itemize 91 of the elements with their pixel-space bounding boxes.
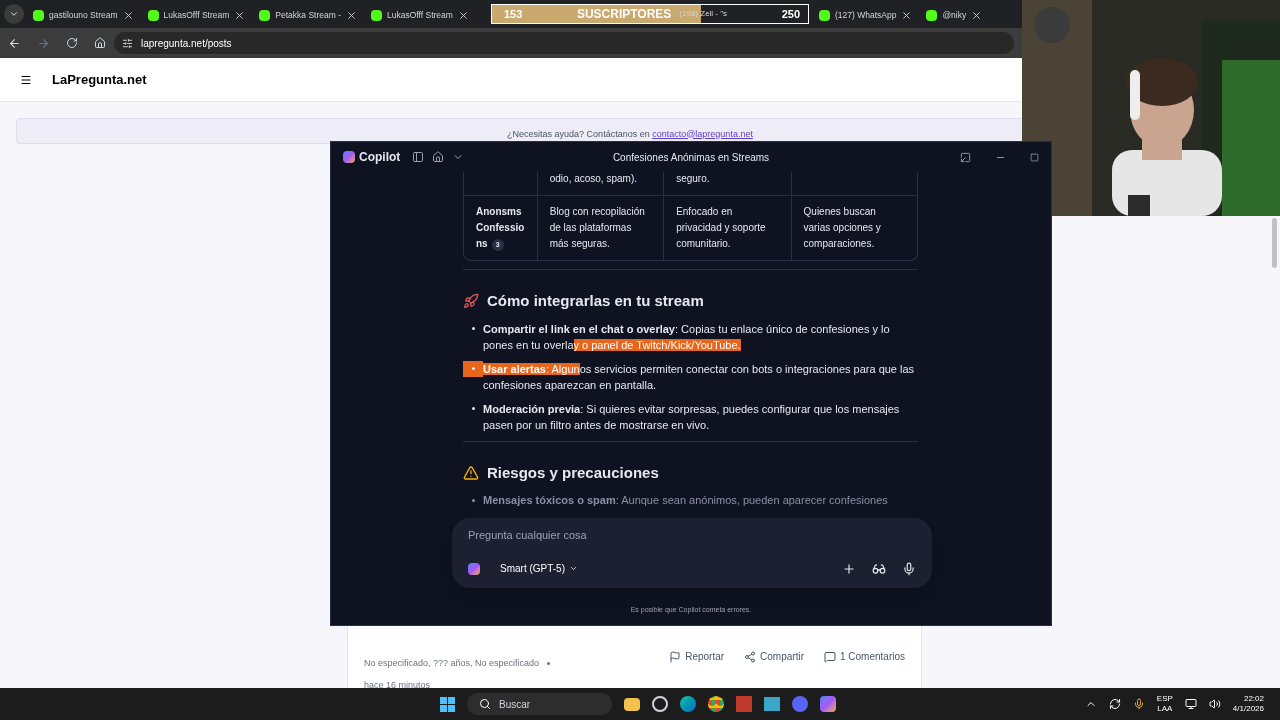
taskbar-search[interactable]: Buscar (467, 693, 612, 715)
close-icon[interactable] (901, 9, 913, 21)
post-action[interactable]: Compartir (744, 649, 804, 664)
tab-title: (127) WhatsApp (835, 8, 897, 22)
clock-time[interactable]: 22:02 (1243, 694, 1264, 704)
site-icon (819, 9, 830, 21)
sidebar-icon[interactable] (412, 151, 425, 163)
language-text[interactable]: ESP (1156, 694, 1173, 704)
app-name: Copilot (359, 149, 401, 166)
table-cell: Quienes buscan varias opciones y comparaciones. (790, 196, 917, 260)
pop-out-icon[interactable] (960, 151, 971, 163)
flag-icon (669, 650, 682, 663)
table-cell: Enfocado en privacidad y soporte comunitario. (663, 196, 791, 260)
close-icon[interactable] (971, 9, 983, 21)
search-icon (479, 698, 491, 710)
bullet-text: Mensajes tóxicos o spam: Aunque sean anónimos, pueden aparecer confesiones (483, 493, 888, 508)
search-placeholder: Buscar (499, 697, 531, 712)
section-heading: Cómo integrarlas en tu stream (487, 291, 704, 311)
warning-icon (463, 464, 479, 481)
chat-input-field[interactable]: Pregunta cualquier cosa (468, 526, 916, 544)
window-title: Confesiones Anónimas en Streams (612, 150, 770, 165)
maximize-icon[interactable] (1030, 152, 1039, 162)
goal-label: SUSCRIPTORES (576, 6, 672, 23)
reload-icon[interactable] (66, 37, 78, 49)
home-icon[interactable] (432, 151, 445, 163)
sync-icon[interactable] (1108, 698, 1121, 710)
site-icon (371, 9, 383, 21)
address-bar[interactable]: lapregunta.net/posts (114, 32, 1014, 54)
menu-icon[interactable] (20, 73, 32, 86)
windows-start-icon[interactable] (440, 696, 455, 712)
browser-tab[interactable]: LukasOfff Stream (366, 2, 474, 28)
site-icon (926, 9, 938, 21)
post-meta: No especificado, ??? años, No especificado (364, 657, 540, 670)
browser-icon[interactable] (680, 696, 696, 712)
model-selector[interactable]: Smart (GPT-5) (492, 557, 586, 580)
close-icon[interactable] (234, 9, 246, 21)
tab-title: LukasOfff Stream (163, 8, 230, 22)
browser-tab[interactable]: (127) WhatsApp (814, 2, 918, 28)
close-icon[interactable] (122, 9, 134, 21)
layout-text[interactable]: LAA (1157, 704, 1173, 714)
add-icon[interactable] (842, 561, 856, 576)
bullet-text: Usar alertas: Algunos servicios permiten conectar con bots o integraciones para que las confesiones aparezcan en pantalla. (483, 361, 916, 393)
browser-icon[interactable] (708, 696, 724, 712)
table-cell: Blog con recopilación de las plataformas más seguras. (536, 196, 664, 260)
browser-tab[interactable]: LukasOfff Stream (142, 2, 251, 28)
site-icon (259, 9, 271, 21)
email-link[interactable]: contacto@lapregunta.net (652, 128, 753, 139)
tab-title: gastilouno Stream (49, 8, 118, 22)
copilot-logo-icon (468, 562, 480, 575)
site-title: LaPregunta.net (52, 70, 147, 89)
tab-title: @niky (942, 8, 967, 22)
goal-target: 250 (781, 6, 800, 22)
goal-current: 153 (504, 6, 523, 22)
browser-tab[interactable]: gastilouno Stream (28, 2, 139, 28)
browser-tab[interactable]: Petakka Stream - (254, 2, 363, 28)
app-icon[interactable] (652, 696, 668, 712)
home-icon[interactable] (94, 37, 106, 49)
back-icon[interactable] (8, 36, 21, 50)
table-cell: seguro. (663, 172, 791, 195)
site-icon (147, 9, 159, 21)
copilot-icon[interactable] (820, 696, 836, 712)
copilot-logo-icon (343, 151, 355, 163)
close-icon[interactable] (457, 9, 469, 21)
volume-icon[interactable] (1208, 698, 1221, 710)
post-action[interactable]: Reportar (669, 649, 725, 664)
site-settings-icon[interactable] (122, 37, 133, 49)
site-icon (33, 9, 44, 21)
scrollbar-thumb[interactable] (1272, 218, 1277, 268)
tab-list-button[interactable] (4, 4, 24, 24)
rocket-icon (463, 293, 479, 310)
url-text: lapregunta.net/posts (141, 36, 232, 51)
chevron-icon (569, 564, 578, 573)
share-icon (744, 650, 757, 663)
close-icon[interactable] (346, 9, 358, 21)
post-time: hace 16 minutos (364, 678, 432, 692)
folder-icon[interactable] (624, 697, 640, 711)
browser-tab[interactable]: @niky (921, 2, 988, 28)
help-text: ¿Necesitas ayuda? Contáctanos en contacto@lapregunta.net (507, 127, 753, 141)
bullet-text: Moderación previa: Si quieres evitar sorpresas, puedes configurar que los mensajes pasen por un filtro antes de mostrarse en vivo. (483, 401, 901, 433)
microphone-icon[interactable] (902, 561, 916, 576)
chat-app-icon[interactable] (792, 696, 808, 712)
glasses-icon[interactable] (872, 561, 886, 576)
section-heading: Riesgos y precauciones (487, 462, 659, 483)
post-action[interactable]: 1 Comentarios (823, 649, 905, 664)
chevron-icon (9, 9, 19, 19)
clock-date[interactable]: 4/1/2026 (1232, 704, 1264, 714)
table-cell: odio, acoso, spam). (536, 172, 664, 195)
tab-title: LukasOfff Stream (387, 8, 453, 22)
comment-icon (823, 650, 836, 663)
microphone-icon[interactable] (1132, 698, 1145, 710)
tab-title: Petakka Stream - (275, 8, 342, 22)
